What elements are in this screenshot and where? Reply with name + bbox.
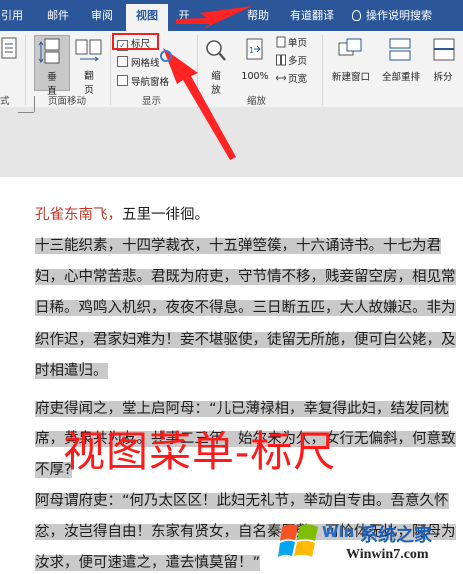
line-text: 日稀。鸡鸣入机织，夜夜不得息。三日断五匹，大人故嫌迟。非为 (35, 300, 456, 316)
text-line: 汝求，便可速遣之，遣去慎莫留！” (35, 550, 261, 574)
page-width-button[interactable]: 页宽 (275, 71, 316, 86)
split-button[interactable]: 拆分 (428, 35, 458, 89)
hundred-percent-icon: 1 (246, 38, 263, 60)
zoom-button[interactable]: 缩放 (201, 35, 231, 96)
page-turn-button[interactable]: 翻页 (74, 35, 104, 96)
tab-developer[interactable]: 开 (174, 0, 194, 31)
title-text: 孔雀东南飞， (35, 207, 122, 223)
text-line: 十三能织素，十四学裁衣，十五弹箜篌，十六诵诗书。十七为君 (35, 233, 441, 259)
new-window-label: 新建窗口 (331, 72, 370, 83)
zoom-100-button[interactable]: 1 100% (239, 35, 271, 89)
tab-mailings[interactable]: 邮件 (40, 0, 76, 31)
new-window-icon (338, 38, 362, 56)
group-label-show: 显示 (142, 96, 162, 107)
line-text: 汝求，便可速遣之，遣去慎莫留！” (35, 555, 261, 571)
line-text: 阿母谓府吏：“何乃太区区！此妇无礼节，举动自专由。吾意久怀 (35, 493, 449, 509)
arrange-all-icon (389, 38, 411, 61)
one-page-icon (276, 36, 286, 48)
windows-flag-icon (278, 524, 318, 557)
ruler-highlight-box (112, 33, 159, 50)
group-label-page-move: 页面移动 (48, 96, 87, 107)
navpane-check-box (117, 75, 128, 86)
group-separator (25, 35, 26, 105)
text-line: 阿母谓府吏：“何乃太区区！此妇无礼节，举动自专由。吾意久怀 (35, 488, 449, 514)
group-label-zoom: 缩放 (247, 96, 267, 107)
tab-references[interactable]: 引用 (0, 0, 24, 31)
svg-text:1: 1 (249, 46, 254, 55)
group-separator (197, 35, 198, 105)
one-page-label: 单页 (288, 38, 308, 49)
lightbulb-icon (352, 10, 361, 21)
page-turn-label: 翻页 (84, 71, 94, 96)
split-label: 拆分 (433, 72, 453, 83)
line-text: 妇，心中常苦悲。君既为府吏，守节情不移，贱妾留空房，相见常 (35, 269, 456, 285)
split-icon (433, 38, 455, 61)
one-page-button[interactable]: 单页 (276, 35, 316, 50)
zoom-label: 缩放 (211, 71, 221, 96)
group-label-views: 式 (0, 96, 10, 107)
tell-me-label: 操作说明搜索 (366, 9, 432, 22)
text-line: 孔雀东南飞，五里一徘徊。 (35, 202, 209, 228)
tell-me-search[interactable]: 操作说明搜索 (352, 0, 432, 31)
watermark-brand: 系统之家 (360, 525, 432, 546)
ribbon-tab-bar: 引用 邮件 审阅 视图 开 帮助 有道翻译 操作说明搜索 (0, 0, 463, 31)
text-line: 妇，心中常苦悲。君既为府吏，守节情不移，贱妾留空房，相见常 (35, 264, 456, 290)
gridlines-checkbox[interactable]: 网格线 (117, 55, 160, 69)
line-text: 织作迟，君家妇难为！妾不堪驱使，徒留无所施，便可白公姥，及 (35, 332, 456, 348)
multiple-pages-button[interactable]: 多页 (276, 53, 316, 68)
arrange-all-label: 全部重排 (381, 72, 420, 83)
navigation-pane-checkbox[interactable]: 导航窗格 (117, 74, 169, 88)
line-text: 府吏得闻之，堂上启阿母：“儿已薄禄相，幸复得此妇，结发同枕 (35, 401, 449, 417)
text-line: 织作迟，君家妇难为！妾不堪驱使，徒留无所施，便可白公姥，及 (35, 327, 456, 353)
watermark-url: Winwin7.com (346, 547, 429, 562)
line-text: 时相遣归。 (35, 363, 108, 379)
tab-view[interactable]: 视图 (126, 4, 168, 31)
margin-corner-mark (18, 112, 34, 113)
text-line: 时相遣归。 (35, 358, 108, 384)
gridlines-label: 网格线 (131, 58, 160, 69)
side-by-side-icon (75, 39, 102, 62)
navpane-label: 导航窗格 (131, 77, 170, 88)
tab-help[interactable]: 帮助 (240, 0, 276, 31)
vertical-button[interactable]: 垂直 (34, 35, 70, 97)
multiple-pages-icon (276, 54, 286, 66)
annotation-caption: 视图菜单-标尺 (63, 427, 337, 476)
line-text: 五里一徘徊。 (122, 207, 209, 223)
page-width-icon (275, 75, 287, 81)
magnifier-icon (206, 40, 226, 61)
vertical-scroll-icon (38, 38, 60, 64)
web-layout-button[interactable] (0, 35, 22, 89)
watermark: Win 系统之家 Winwin7.com (276, 513, 463, 574)
arrange-all-button[interactable]: 全部重排 (378, 35, 424, 89)
tab-review[interactable]: 审阅 (84, 0, 120, 31)
watermark-logo-text: Win (322, 523, 355, 541)
margin-corner-mark (34, 96, 35, 112)
multiple-pages-label: 多页 (288, 56, 308, 67)
word-window: 引用 邮件 审阅 视图 开 帮助 有道翻译 操作说明搜索 式 垂直 翻页 页面移… (0, 0, 463, 574)
new-window-button[interactable]: 新建窗口 (328, 35, 374, 89)
line-text: 十三能织素，十四学裁衣，十五弹箜篌，十六诵诗书。十七为君 (35, 238, 441, 254)
group-separator (110, 35, 111, 105)
zoom-100-label: 100% (241, 71, 269, 82)
page-width-label: 页宽 (288, 74, 308, 85)
web-layout-icon (1, 37, 17, 59)
ribbon-view: 式 垂直 翻页 页面移动 ✓ 标尺 网格线 导航窗格 显示 缩放 1 100% … (0, 31, 463, 108)
text-line: 日稀。鸡鸣入机织，夜夜不得息。三日断五匹，大人故嫌迟。非为 (35, 295, 456, 321)
tab-youdao-translate[interactable]: 有道翻译 (283, 0, 341, 31)
gridlines-check-box (117, 56, 128, 67)
group-separator (322, 35, 323, 105)
